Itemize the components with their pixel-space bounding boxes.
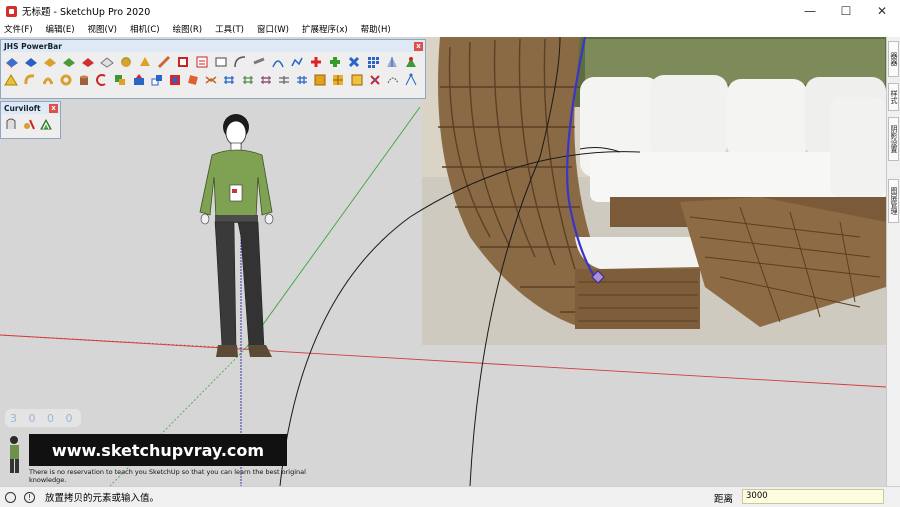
jhs-tool-icon[interactable] — [42, 54, 58, 70]
loft-along-path-icon[interactable] — [22, 116, 36, 132]
menu-file[interactable]: 文件(F) — [4, 23, 33, 35]
website-banner: www.sketchupvray.com — [29, 434, 287, 466]
right-tray: 器器 样式 阴影设置 图层管理 — [886, 37, 900, 486]
jhs-tool-icon[interactable] — [186, 72, 201, 88]
minimize-button[interactable]: — — [792, 0, 828, 22]
jhs-tool-icon[interactable] — [346, 54, 362, 70]
geo-location-icon[interactable] — [5, 491, 16, 503]
jhs-tool-icon[interactable] — [40, 72, 55, 88]
measurements-input[interactable]: 3000 — [742, 489, 884, 504]
banner-tagline: There is no reservation to teach you Ske… — [29, 468, 306, 484]
jhs-tool-icon[interactable] — [23, 54, 39, 70]
tray-tab-shadows[interactable]: 阴影设置 — [888, 117, 899, 161]
jhs-powerbar-title: JHS PowerBar — [4, 41, 62, 51]
close-button[interactable]: ✕ — [864, 0, 900, 22]
jhs-tool-icon[interactable] — [277, 72, 292, 88]
jhs-tool-icon[interactable] — [22, 72, 37, 88]
sketchup-logo-icon — [6, 5, 17, 17]
jhs-tool-icon[interactable] — [308, 54, 324, 70]
curviloft-close-button[interactable]: x — [49, 103, 58, 113]
jhs-tool-icon[interactable] — [4, 54, 20, 70]
jhs-tool-icon[interactable] — [113, 72, 128, 88]
jhs-tool-icon[interactable] — [331, 72, 346, 88]
jhs-tool-icon[interactable] — [59, 72, 74, 88]
reference-photo — [422, 37, 886, 345]
curviloft-header[interactable]: Curviloft x — [1, 102, 60, 114]
jhs-tool-icon[interactable] — [137, 54, 153, 70]
measurements-label: 距离 — [714, 494, 734, 505]
jhs-tool-icon[interactable] — [156, 54, 172, 70]
jhs-tool-icon[interactable] — [367, 72, 382, 88]
menu-help[interactable]: 帮助(H) — [361, 23, 391, 35]
jhs-tool-icon[interactable] — [384, 54, 400, 70]
tray-tab-layers[interactable]: 图层管理 — [888, 179, 899, 223]
mascot-figure — [10, 436, 19, 473]
jhs-tool-icon[interactable] — [118, 54, 134, 70]
scale-figure[interactable] — [199, 114, 274, 357]
jhs-tool-icon[interactable] — [240, 72, 255, 88]
jhs-tool-icon[interactable] — [349, 72, 364, 88]
menu-view[interactable]: 视图(V) — [88, 23, 117, 35]
tray-tab-default[interactable]: 器器 — [888, 41, 899, 77]
jhs-tool-icon[interactable] — [80, 54, 96, 70]
jhs-tool-icon[interactable] — [404, 72, 419, 88]
jhs-tool-icon[interactable] — [386, 72, 401, 88]
info-icon[interactable]: ! — [24, 491, 35, 503]
window-controls: — ☐ ✕ — [792, 0, 900, 22]
jhs-powerbar-close-button[interactable]: x — [414, 41, 423, 51]
jhs-tool-icon[interactable] — [295, 72, 310, 88]
menu-tools[interactable]: 工具(T) — [215, 23, 244, 35]
jhs-tool-icon[interactable] — [61, 54, 77, 70]
jhs-tool-icon[interactable] — [258, 72, 273, 88]
jhs-tool-icon[interactable] — [289, 54, 305, 70]
jhs-tool-icon[interactable] — [175, 54, 191, 70]
menu-bar: 文件(F) 编辑(E) 视图(V) 相机(C) 绘图(R) 工具(T) 窗口(W… — [0, 22, 900, 36]
jhs-tool-icon[interactable] — [222, 72, 237, 88]
tray-tab-styles[interactable]: 样式 — [888, 83, 899, 111]
jhs-tool-icon[interactable] — [131, 72, 146, 88]
jhs-tool-icon[interactable] — [365, 54, 381, 70]
menu-camera[interactable]: 相机(C) — [130, 23, 160, 35]
menu-window[interactable]: 窗口(W) — [257, 23, 289, 35]
dimension-readout: 3 0 0 0 — [5, 409, 82, 427]
menu-draw[interactable]: 绘图(R) — [173, 23, 203, 35]
status-hint: 放置拷贝的元素或输入值。 — [45, 493, 160, 504]
window-title: 无标题 - SketchUp Pro 2020 — [22, 7, 151, 18]
jhs-tool-icon[interactable] — [95, 72, 110, 88]
loft-by-spline-icon[interactable] — [4, 116, 18, 132]
curviloft-tool-row — [1, 114, 60, 132]
jhs-tool-icon[interactable] — [99, 54, 115, 70]
maximize-button[interactable]: ☐ — [828, 0, 864, 22]
jhs-tool-icon[interactable] — [213, 54, 229, 70]
jhs-tool-icon[interactable] — [313, 72, 328, 88]
jhs-tool-icon[interactable] — [204, 72, 219, 88]
status-bar: ! 放置拷贝的元素或输入值。 距离 3000 — [0, 486, 900, 507]
jhs-tool-icon[interactable] — [168, 72, 183, 88]
jhs-tool-icon[interactable] — [4, 72, 19, 88]
skin-contour-icon[interactable] — [39, 116, 53, 132]
jhs-tool-icon[interactable] — [194, 54, 210, 70]
jhs-powerbar-toolbar[interactable]: JHS PowerBar x — [0, 39, 426, 99]
jhs-tool-icon[interactable] — [270, 54, 286, 70]
jhs-tool-icon[interactable] — [403, 54, 419, 70]
menu-extensions[interactable]: 扩展程序(x) — [302, 23, 348, 35]
model-viewport[interactable]: JHS PowerBar x Curviloft x 3 0 0 0 www.s… — [0, 37, 886, 486]
jhs-tool-icon[interactable] — [327, 54, 343, 70]
curviloft-toolbar[interactable]: Curviloft x — [0, 101, 61, 139]
jhs-tool-row-1 — [1, 52, 425, 70]
scene-canvas[interactable] — [0, 37, 886, 486]
jhs-tool-icon[interactable] — [149, 72, 164, 88]
jhs-tool-icon[interactable] — [77, 72, 92, 88]
title-bar: 无标题 - SketchUp Pro 2020 — ☐ ✕ — [0, 0, 900, 22]
curviloft-title: Curviloft — [4, 103, 41, 113]
menu-edit[interactable]: 编辑(E) — [46, 23, 75, 35]
jhs-tool-icon[interactable] — [251, 54, 267, 70]
jhs-powerbar-header[interactable]: JHS PowerBar x — [1, 40, 425, 52]
jhs-tool-row-2 — [1, 70, 425, 88]
jhs-tool-icon[interactable] — [232, 54, 248, 70]
